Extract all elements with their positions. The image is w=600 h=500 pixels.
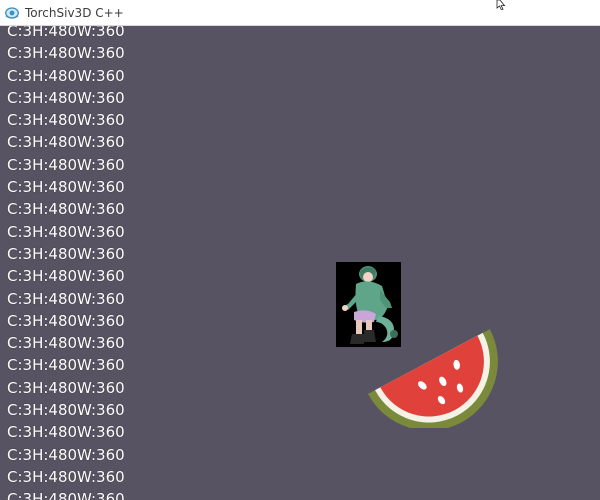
log-line: C:3H:480W:360 xyxy=(7,200,125,219)
log-line: C:3H:480W:360 xyxy=(7,26,125,40)
siv3d-eye-icon xyxy=(5,7,19,19)
log-line: C:3H:480W:360 xyxy=(7,311,125,330)
log-line: C:3H:480W:360 xyxy=(7,490,125,500)
log-line: C:3H:480W:360 xyxy=(7,445,125,464)
log-line: C:3H:480W:360 xyxy=(7,467,125,486)
log-line: C:3H:480W:360 xyxy=(7,289,125,308)
log-line: C:3H:480W:360 xyxy=(7,155,125,174)
log-line: C:3H:480W:360 xyxy=(7,133,125,152)
log-line: C:3H:480W:360 xyxy=(7,267,125,286)
window-title: TorchSiv3D C++ xyxy=(25,6,124,20)
watermelon-emoji-icon xyxy=(367,329,498,428)
log-line: C:3H:480W:360 xyxy=(7,401,125,420)
log-line: C:3H:480W:360 xyxy=(7,378,125,397)
log-line: C:3H:480W:360 xyxy=(7,356,125,375)
log-output: C:3H:480W:360 C:3H:480W:360 C:3H:480W:360 C… xyxy=(7,26,125,500)
log-line: C:3H:480W:360 xyxy=(7,88,125,107)
log-line: C:3H:480W:360 xyxy=(7,244,125,263)
log-line: C:3H:480W:360 xyxy=(7,178,125,197)
log-line: C:3H:480W:360 xyxy=(7,44,125,63)
log-line: C:3H:480W:360 xyxy=(7,334,125,353)
log-line: C:3H:480W:360 xyxy=(7,222,125,241)
log-line: C:3H:480W:360 xyxy=(7,66,125,85)
log-line: C:3H:480W:360 xyxy=(7,111,125,130)
main-canvas[interactable]: C:3H:480W:360 C:3H:480W:360 C:3H:480W:360 C… xyxy=(0,26,600,500)
mouse-cursor-icon xyxy=(496,0,506,10)
title-bar[interactable]: TorchSiv3D C++ xyxy=(0,0,600,26)
log-line: C:3H:480W:360 xyxy=(7,423,125,442)
